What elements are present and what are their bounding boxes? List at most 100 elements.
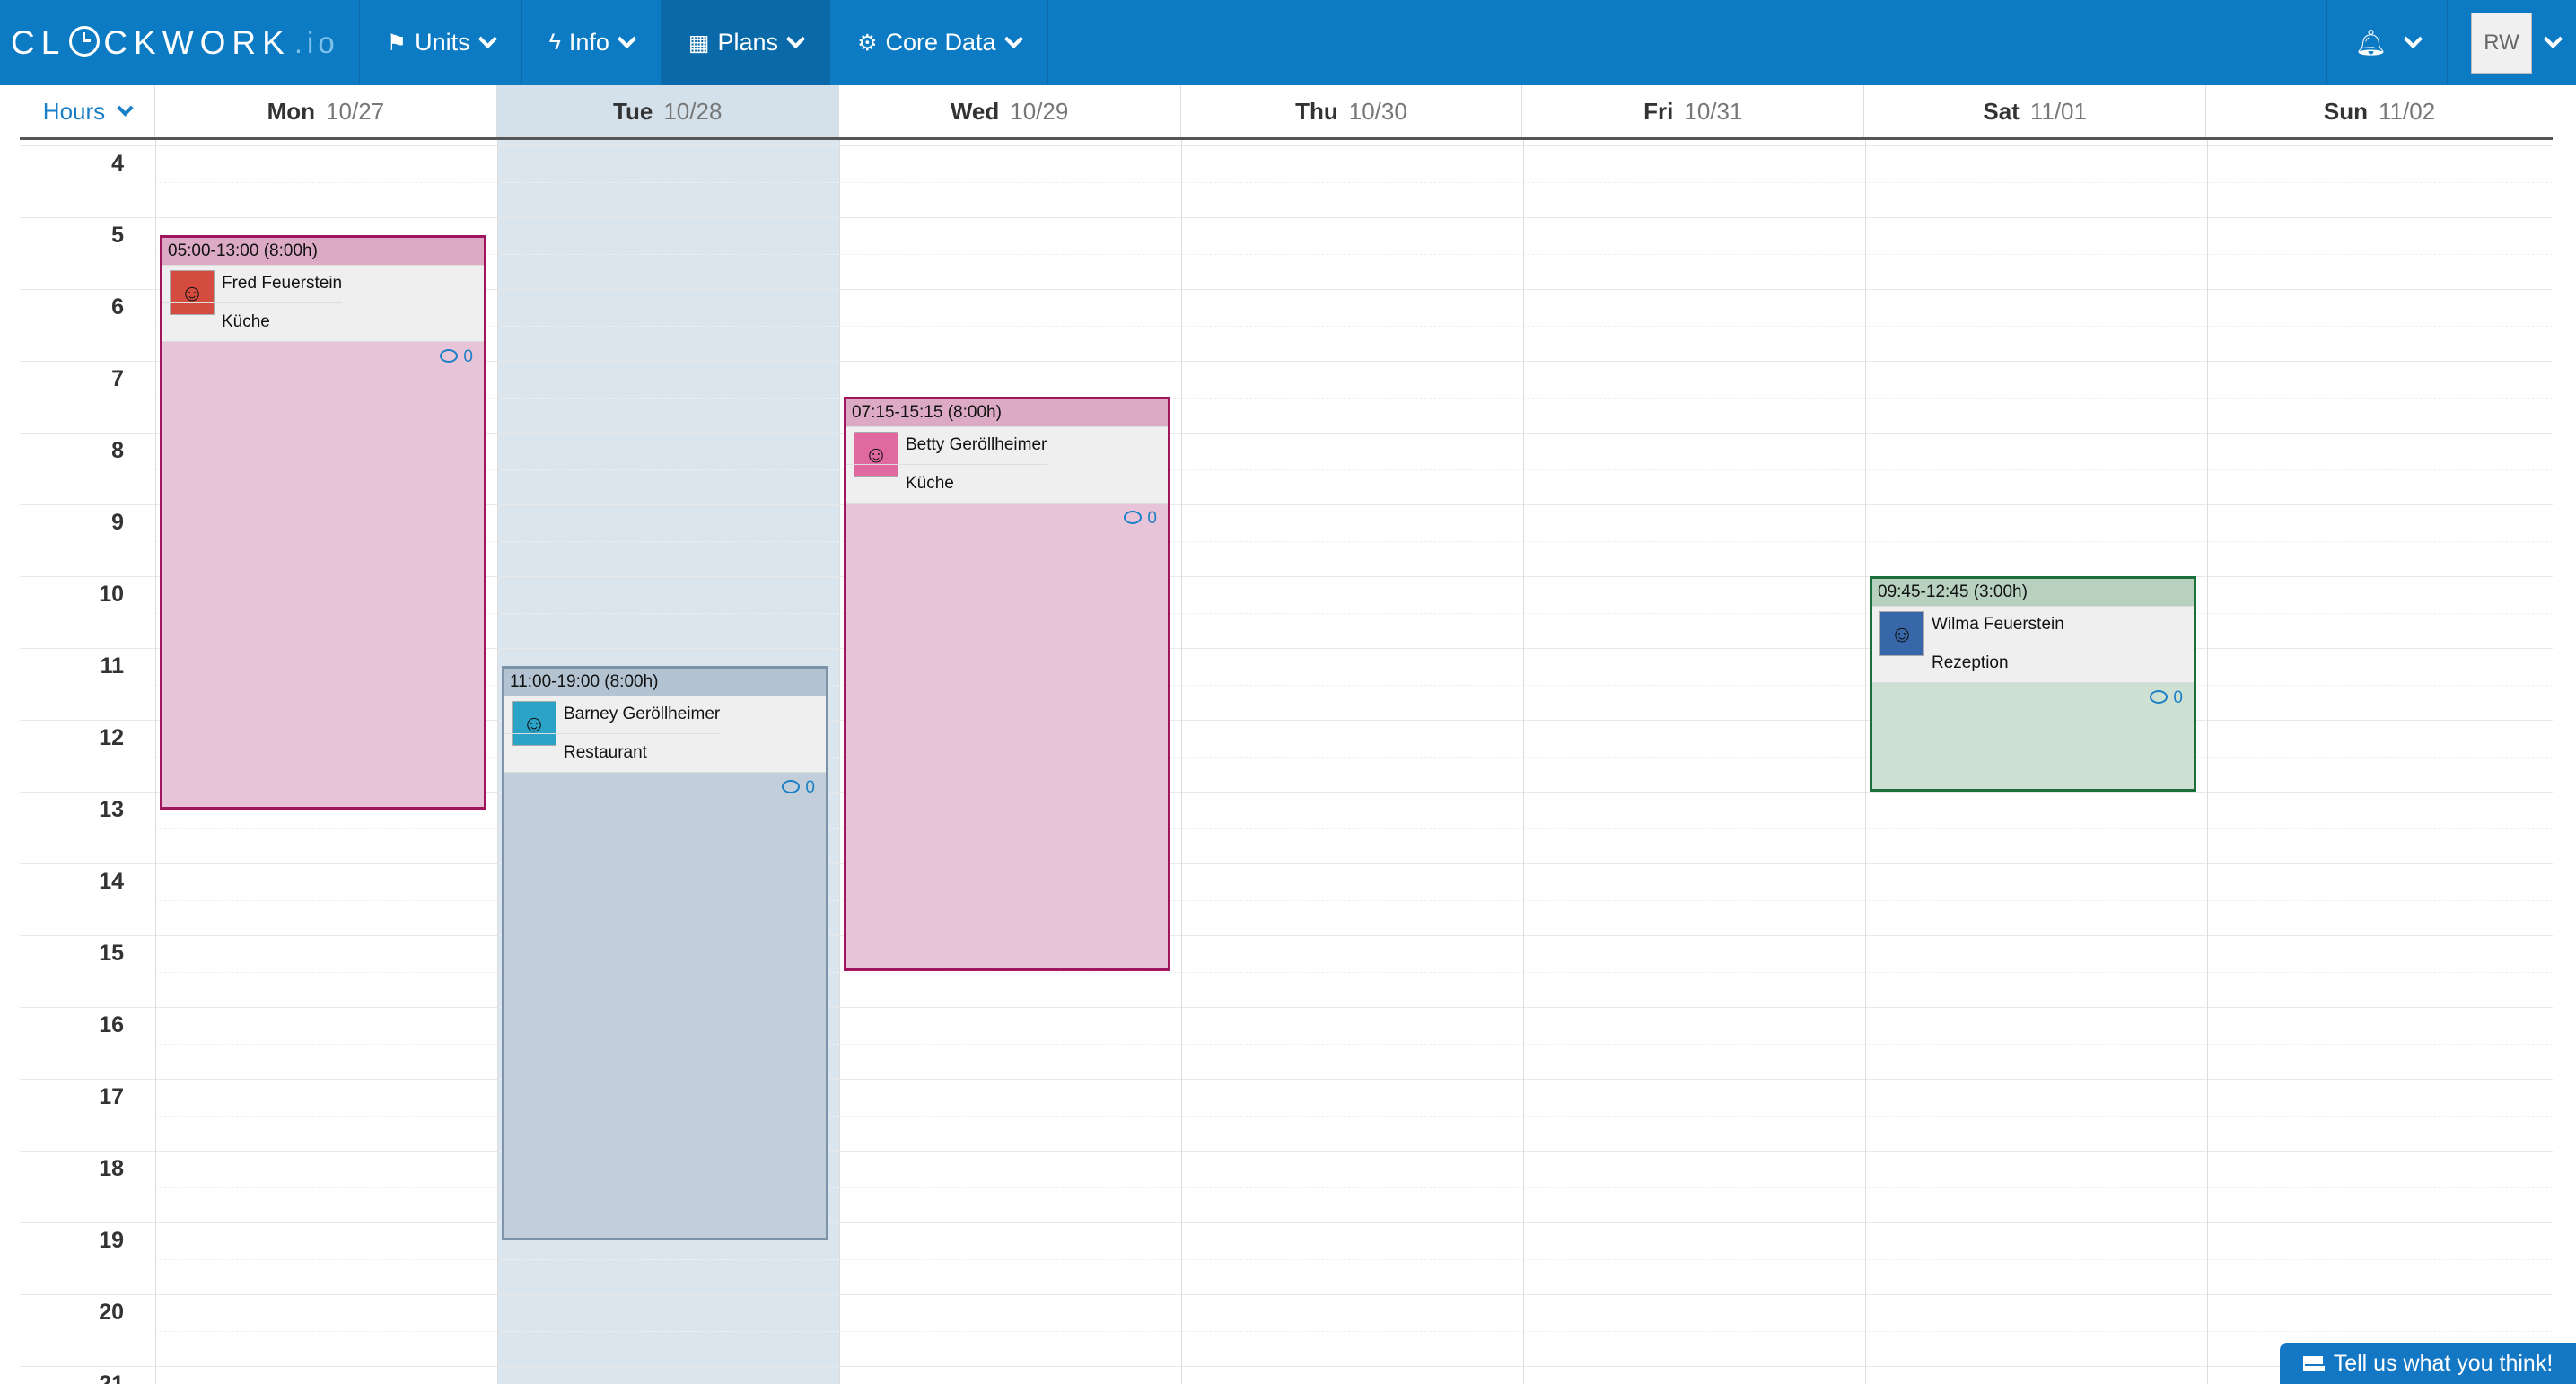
shift-time: 07:15-15:15 (8:00h): [846, 399, 1168, 426]
hour-row: 21: [20, 1366, 2553, 1384]
day-header-thu[interactable]: Thu 10/30: [1181, 85, 1523, 137]
half-hour-line: [155, 1331, 2553, 1332]
hour-row: 4: [20, 145, 2553, 217]
day-name: Thu: [1295, 97, 1338, 125]
calendar-grid[interactable]: 4 5 6 7 8 9 10 11 12 13 14 15 16 17 18 19 20 21 05:00-13:…: [20, 140, 2553, 1384]
day-name: Tue: [613, 97, 653, 125]
clock-logo-icon: [69, 25, 101, 57]
nav-units[interactable]: ⚑ Units: [358, 0, 521, 85]
chevron-down-icon: [1003, 29, 1023, 49]
user-menu[interactable]: RW: [2447, 0, 2576, 85]
shift-card[interactable]: 05:00-13:00 (8:00h) ☺ Fred Feuerstein Kü…: [160, 235, 486, 810]
hour-label: 16: [99, 1012, 124, 1038]
employee-name: Barney Geröllheimer: [564, 705, 721, 723]
column-divider: [1865, 140, 1866, 1384]
column-divider: [1523, 140, 1524, 1384]
gear-icon: ⚙: [857, 30, 878, 56]
brand-tld: .io: [294, 25, 339, 59]
nav-units-label: Units: [415, 29, 470, 56]
shift-time: 11:00-19:00 (8:00h): [504, 669, 826, 696]
day-date: 10/31: [1684, 97, 1743, 125]
half-hour-line: [155, 541, 2553, 542]
hour-label: 13: [99, 797, 124, 822]
hour-label: 7: [111, 366, 124, 391]
notifications-menu[interactable]: 🔔︎: [2326, 0, 2447, 85]
day-header-wed[interactable]: Wed 10/29: [839, 85, 1181, 137]
column-divider: [1181, 140, 1182, 1384]
comment-count: 0: [2173, 688, 2183, 707]
nav-right: 🔔︎ RW: [2326, 0, 2576, 85]
flag-icon: ⚑: [386, 30, 407, 56]
comments-link[interactable]: 0: [846, 504, 1168, 534]
employee-name: Wilma Feuerstein: [1932, 615, 2064, 634]
hour-label: 10: [99, 582, 124, 607]
bolt-icon: ϟ: [548, 30, 561, 55]
shift-card[interactable]: 07:15-15:15 (8:00h) ☺ Betty Geröllheimer…: [844, 397, 1170, 971]
hours-label: Hours: [42, 97, 106, 125]
day-header-mon[interactable]: Mon 10/27: [155, 85, 497, 137]
hour-label: 6: [111, 294, 124, 320]
shift-employee[interactable]: ☺ Wilma Feuerstein Rezeption: [1872, 606, 2194, 683]
half-hour-line: [155, 469, 2553, 470]
hour-row: 15: [20, 935, 2553, 1007]
shift-time: 09:45-12:45 (3:00h): [1872, 579, 2194, 606]
nav-info[interactable]: ϟ Info: [521, 0, 661, 85]
chevron-down-icon: [478, 29, 497, 49]
hour-label: 9: [111, 510, 124, 535]
day-name: Mon: [267, 97, 316, 125]
hour-label: 20: [99, 1300, 124, 1325]
employee-unit: Küche: [162, 302, 343, 341]
shift-employee[interactable]: ☺ Fred Feuerstein Küche: [162, 265, 484, 342]
envelope-icon: [2302, 1355, 2325, 1371]
hours-dropdown[interactable]: Hours: [20, 85, 155, 137]
day-name: Fri: [1643, 97, 1674, 125]
feedback-label: Tell us what you think!: [2333, 1350, 2554, 1376]
hour-label: 11: [100, 653, 124, 679]
day-header-fri[interactable]: Fri 10/31: [1522, 85, 1865, 137]
user-avatar: RW: [2471, 12, 2532, 74]
comment-count: 0: [1147, 509, 1157, 528]
employee-unit: Küche: [846, 464, 1047, 503]
employee-unit: Restaurant: [504, 733, 721, 772]
hour-label: 17: [99, 1084, 124, 1109]
day-name: Sun: [2323, 97, 2369, 125]
nav-plans[interactable]: ▦ Plans: [660, 0, 830, 85]
column-divider: [839, 140, 840, 1384]
hour-label: 18: [99, 1156, 124, 1181]
day-name: Wed: [950, 97, 1000, 125]
day-header-tue[interactable]: Tue 10/28: [496, 85, 839, 137]
brand-text-end: CKWORK: [103, 23, 291, 61]
day-date: 10/27: [326, 97, 385, 125]
comments-link[interactable]: 0: [162, 342, 484, 372]
shift-card[interactable]: 11:00-19:00 (8:00h) ☺ Barney Geröllheime…: [502, 666, 828, 1240]
comment-count: 0: [805, 778, 815, 797]
half-hour-line: [155, 326, 2553, 327]
hour-label: 14: [99, 869, 124, 894]
clockwork-logo[interactable]: CL CKWORK .io: [0, 0, 352, 85]
column-divider: [155, 140, 156, 1384]
hour-row: 18: [20, 1151, 2553, 1222]
shift-employee[interactable]: ☺ Betty Geröllheimer Küche: [846, 426, 1168, 504]
day-header-sat[interactable]: Sat 11/01: [1864, 85, 2207, 137]
calendar-icon: ▦: [688, 30, 710, 56]
comment-icon: [2150, 690, 2169, 704]
nav-info-label: Info: [568, 29, 609, 56]
nav-core-data-label: Core Data: [885, 29, 996, 56]
comments-link[interactable]: 0: [1872, 683, 2194, 714]
day-date: 10/29: [1010, 97, 1069, 125]
nav-plans-label: Plans: [717, 29, 779, 56]
comment-icon: [782, 780, 801, 793]
comments-link[interactable]: 0: [504, 773, 826, 803]
employee-name: Betty Geröllheimer: [906, 435, 1047, 454]
day-date: 11/02: [2379, 97, 2436, 125]
feedback-button[interactable]: Tell us what you think!: [2280, 1343, 2576, 1384]
day-header-sun[interactable]: Sun 11/02: [2206, 85, 2553, 137]
shift-time: 05:00-13:00 (8:00h): [162, 238, 484, 265]
hour-label: 5: [111, 223, 124, 248]
chevron-down-icon: [2403, 29, 2423, 49]
shift-employee[interactable]: ☺ Barney Geröllheimer Restaurant: [504, 696, 826, 773]
nav-core-data[interactable]: ⚙ Core Data: [829, 0, 1048, 85]
column-divider: [2207, 140, 2208, 1384]
chevron-down-icon: [785, 29, 806, 49]
shift-card[interactable]: 09:45-12:45 (3:00h) ☺ Wilma Feuerstein R…: [1870, 576, 2196, 792]
